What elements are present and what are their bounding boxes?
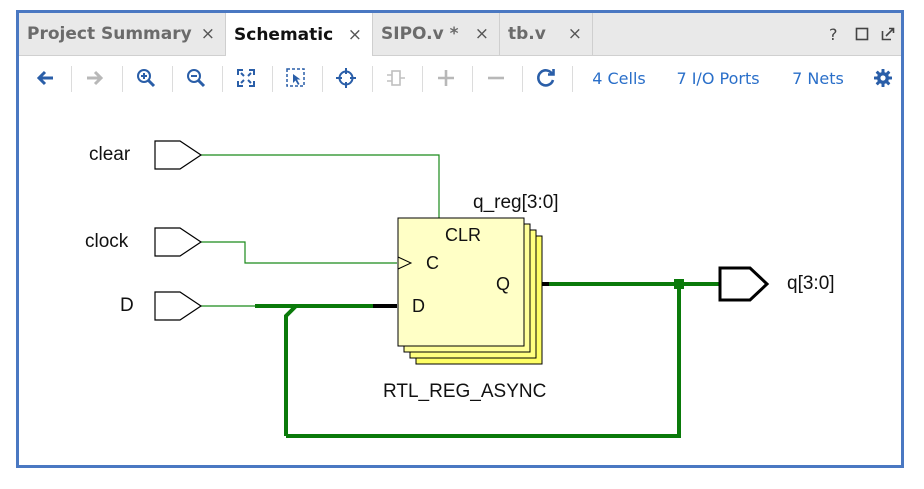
pin-label-c: C <box>426 253 439 273</box>
restore-icon[interactable] <box>855 13 869 55</box>
pin-label-d: D <box>412 296 425 316</box>
toolbar: 4 Cells 7 I/O Ports 7 Nets <box>19 56 901 100</box>
help-icon[interactable]: ? <box>829 13 838 55</box>
toolbar-divider <box>71 66 72 92</box>
port-label-q: q[3:0] <box>787 273 835 294</box>
close-icon[interactable]: × <box>568 24 582 44</box>
net-junction <box>674 279 684 289</box>
close-icon[interactable]: × <box>475 24 489 44</box>
toolbar-divider <box>272 66 273 92</box>
tab-schematic[interactable]: Schematic × <box>226 13 373 56</box>
toolbar-divider <box>372 66 373 92</box>
toolbar-divider <box>522 66 523 92</box>
clock-net[interactable] <box>201 241 397 264</box>
tab-bar: Project Summary × Schematic × SIPO.v * ×… <box>19 13 901 56</box>
schematic-window: Project Summary × Schematic × SIPO.v * ×… <box>16 10 904 468</box>
port-label-clear: clear <box>89 144 131 165</box>
input-port-clock[interactable] <box>154 227 203 257</box>
toolbar-divider <box>222 66 223 92</box>
tab-tb-v[interactable]: tb.v × <box>500 13 593 55</box>
tab-label: tb.v <box>508 24 546 44</box>
input-port-clear[interactable] <box>154 140 203 170</box>
input-port-d[interactable] <box>154 291 203 321</box>
toolbar-divider <box>472 66 473 92</box>
refresh-icon[interactable] <box>533 56 559 100</box>
fit-view-icon[interactable] <box>233 56 259 100</box>
close-icon[interactable]: × <box>201 24 215 44</box>
pin-label-clr: CLR <box>445 225 482 245</box>
toolbar-divider <box>172 66 173 92</box>
clear-net[interactable] <box>201 154 440 218</box>
output-port-q[interactable] <box>718 266 770 302</box>
cell-type-label: RTL_REG_ASYNC <box>383 381 547 402</box>
toolbar-divider <box>322 66 323 92</box>
crosshair-icon[interactable] <box>333 56 359 100</box>
zoom-out-icon[interactable] <box>183 56 209 100</box>
tab-label: Schematic <box>234 24 334 45</box>
schematic-canvas[interactable]: clear clock D q[3:0] q_reg[3:0] RTL_REG_… <box>19 101 901 468</box>
cells-count-link[interactable]: 4 Cells <box>591 56 647 100</box>
back-arrow-icon[interactable] <box>33 56 59 100</box>
toolbar-divider <box>122 66 123 92</box>
toolbar-divider <box>572 66 573 92</box>
pin-label-q: Q <box>496 274 511 294</box>
toolbar-divider <box>422 66 423 92</box>
tab-project-summary[interactable]: Project Summary × <box>19 13 226 55</box>
cell-icon[interactable] <box>383 56 409 100</box>
zoom-selection-icon[interactable] <box>283 56 309 100</box>
port-label-clock: clock <box>85 231 129 252</box>
plus-icon[interactable] <box>433 56 459 100</box>
nets-count-link[interactable]: 7 Nets <box>790 56 846 100</box>
port-label-d: D <box>120 295 134 316</box>
tab-label: SIPO.v * <box>381 24 459 44</box>
tab-label: Project Summary <box>27 24 192 44</box>
q-bus-net[interactable] <box>531 279 720 289</box>
zoom-in-icon[interactable] <box>133 56 159 100</box>
tab-sipo-v[interactable]: SIPO.v * × <box>373 13 500 55</box>
float-window-icon[interactable] <box>881 13 895 55</box>
cell-instance-name: q_reg[3:0] <box>473 192 559 213</box>
forward-arrow-icon[interactable] <box>81 56 107 100</box>
settings-gear-icon[interactable] <box>872 56 894 100</box>
io-ports-count-link[interactable]: 7 I/O Ports <box>673 56 763 100</box>
close-icon[interactable]: × <box>348 25 362 45</box>
minus-icon[interactable] <box>483 56 509 100</box>
